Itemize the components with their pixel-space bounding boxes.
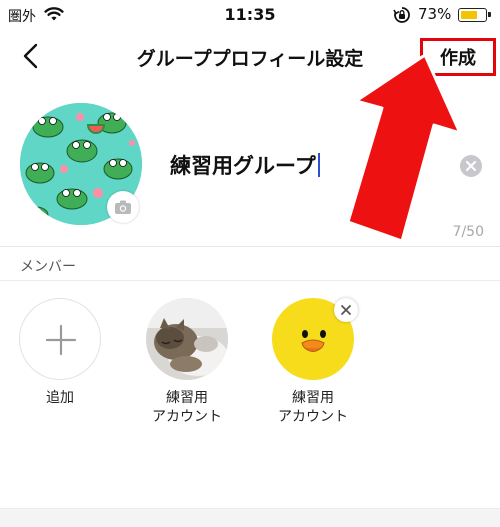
member-label: 練習用 アカウント [137, 389, 237, 427]
remove-member-icon[interactable] [334, 298, 358, 322]
plus-icon [45, 324, 77, 356]
member-name-line2: アカウント [278, 409, 348, 425]
battery-icon [458, 8, 491, 22]
status-bar: 圏外 11:35 73% [0, 0, 500, 30]
member-item: 練習用 アカウント [137, 298, 237, 427]
clear-input-icon[interactable] [460, 155, 482, 177]
member-item: 練習用 アカウント [263, 298, 363, 427]
bottom-bar [0, 508, 500, 527]
member-label: 練習用 アカウント [263, 389, 363, 427]
camera-icon[interactable] [107, 191, 139, 223]
battery-percent: 73% [418, 5, 452, 23]
add-member-button[interactable] [19, 298, 101, 380]
avatar [146, 298, 228, 380]
divider [0, 246, 500, 247]
add-member-label: 追加 [46, 390, 74, 406]
annotation-arrow-icon [346, 55, 460, 243]
divider [0, 280, 500, 281]
avatar [272, 298, 358, 380]
member-name-line1: 練習用 [166, 390, 208, 406]
add-member-item[interactable]: 追加 [10, 298, 110, 408]
battery-cap [488, 12, 491, 17]
rotation-lock-icon [393, 6, 411, 28]
group-name-text: 練習用グループ [170, 154, 316, 178]
battery-fill [460, 10, 478, 19]
text-caret [317, 153, 320, 177]
group-name-input[interactable]: 練習用グループ [170, 150, 320, 180]
member-name-line1: 練習用 [292, 390, 334, 406]
cat-photo [146, 298, 228, 380]
member-name-line2: アカウント [152, 409, 222, 425]
members-section-label: メンバー [20, 259, 76, 275]
